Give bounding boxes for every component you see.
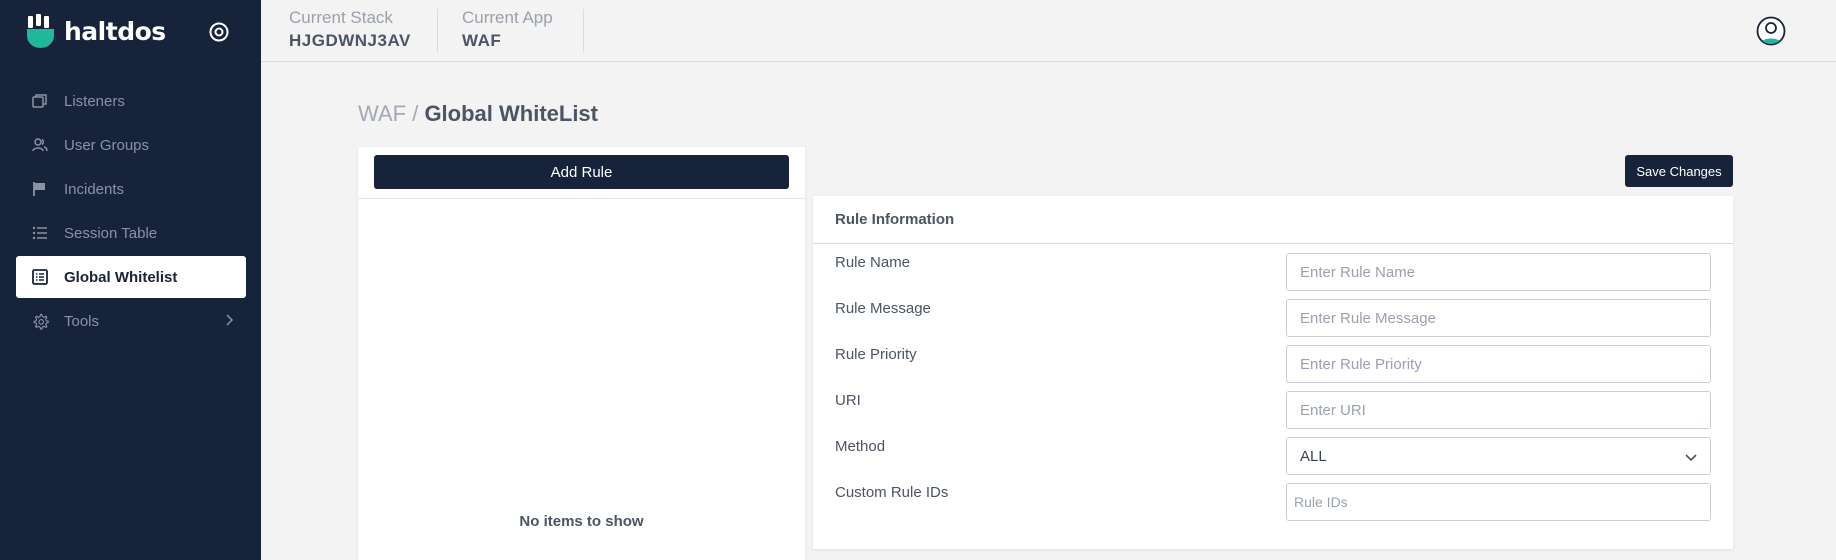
breadcrumb-separator: /	[412, 101, 419, 126]
sidebar-item-tools[interactable]: Tools	[16, 300, 246, 342]
sidebar-item-listeners[interactable]: Listeners	[16, 80, 246, 122]
rule-information-panel: Rule Information Rule Name Rule Message …	[813, 196, 1733, 549]
chevron-down-icon	[1684, 450, 1698, 468]
sidebar-item-user-groups[interactable]: User Groups	[16, 124, 246, 166]
divider	[583, 9, 584, 53]
sidebar: haltdos Listeners User Groups Incidents	[0, 0, 261, 560]
add-rule-button[interactable]: Add Rule	[374, 155, 789, 189]
custom-rule-ids-label: Custom Rule IDs	[835, 484, 949, 501]
breadcrumb-parent[interactable]: WAF	[358, 101, 406, 126]
method-label: Method	[835, 438, 886, 455]
sidebar-item-label: Incidents	[64, 180, 125, 198]
users-icon	[31, 136, 49, 154]
current-stack-label: Current Stack	[289, 8, 393, 27]
top-bar: Current Stack HJGDWNJ3AV Current App WAF	[261, 0, 1836, 62]
gear-icon	[31, 312, 49, 330]
sidebar-item-session-table[interactable]: Session Table	[16, 212, 246, 254]
chevron-right-icon	[224, 313, 234, 332]
current-stack[interactable]: Current Stack HJGDWNJ3AV	[289, 8, 411, 51]
divider	[437, 9, 438, 53]
divider	[813, 243, 1733, 244]
breadcrumb: WAF / Global WhiteList	[358, 101, 598, 127]
current-app-label: Current App	[462, 8, 553, 27]
uri-input[interactable]	[1286, 391, 1711, 429]
save-changes-button[interactable]: Save Changes	[1625, 155, 1733, 187]
rule-priority-label: Rule Priority	[835, 346, 917, 363]
rule-list-panel: Add Rule No items to show	[358, 147, 805, 560]
sidebar-item-global-whitelist[interactable]: Global Whitelist	[16, 256, 246, 298]
sidebar-nav: Listeners User Groups Incidents Session …	[16, 80, 246, 344]
method-select[interactable]: ALL	[1286, 437, 1711, 475]
rule-priority-input[interactable]	[1286, 345, 1711, 383]
user-avatar-icon[interactable]	[1756, 16, 1786, 46]
brand-name: haltdos	[64, 16, 166, 46]
sidebar-item-label: User Groups	[64, 136, 150, 154]
panel-title: Rule Information	[835, 211, 955, 228]
current-app-value: WAF	[462, 31, 502, 50]
table-list-icon	[31, 268, 49, 286]
flag-icon	[31, 180, 49, 198]
sidebar-item-label: Tools	[64, 312, 100, 330]
rule-name-input[interactable]	[1286, 253, 1711, 291]
sidebar-item-label: Global Whitelist	[64, 268, 178, 286]
uri-label: URI	[835, 392, 861, 409]
rule-name-label: Rule Name	[835, 254, 911, 271]
haltdos-logo-icon	[26, 14, 56, 48]
list-icon	[31, 224, 49, 242]
divider	[358, 198, 805, 199]
page-title: Global WhiteList	[424, 101, 598, 126]
custom-rule-ids-input[interactable]	[1286, 483, 1711, 521]
empty-state-text: No items to show	[519, 513, 644, 530]
sidebar-toggle-icon[interactable]	[208, 21, 230, 43]
sidebar-item-label: Session Table	[64, 224, 158, 242]
method-select-value: ALL	[1300, 448, 1327, 465]
sidebar-item-incidents[interactable]: Incidents	[16, 168, 246, 210]
rule-message-input[interactable]	[1286, 299, 1711, 337]
sidebar-item-label: Listeners	[64, 92, 125, 110]
current-app[interactable]: Current App WAF	[462, 8, 553, 51]
current-stack-value: HJGDWNJ3AV	[289, 31, 411, 50]
windows-icon	[31, 92, 49, 110]
brand-logo[interactable]: haltdos	[26, 14, 166, 48]
rule-message-label: Rule Message	[835, 300, 931, 317]
